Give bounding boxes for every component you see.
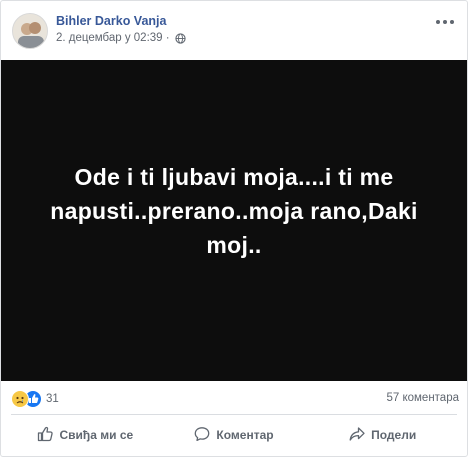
like-button-label: Свиђа ми се xyxy=(59,428,134,442)
comment-button-label: Коментар xyxy=(216,428,274,442)
post-actions: Свиђа ми се Коментар Подели xyxy=(11,419,457,451)
post-image-text: Ode i ti ljubavi moja....i ti me napusti… xyxy=(50,163,418,258)
share-arrow-icon xyxy=(349,426,365,445)
reaction-count: 31 xyxy=(46,393,59,405)
comments-count[interactable]: 57 коментара xyxy=(386,392,459,404)
share-button[interactable]: Подели xyxy=(308,419,457,451)
post-card: Bihler Darko Vanja 2. децембар у 02:39 ·… xyxy=(0,0,468,457)
post-header: Bihler Darko Vanja 2. децембар у 02:39 · xyxy=(12,11,462,51)
engagement-counts: 31 57 коментара xyxy=(11,389,459,409)
post-meta: 2. децембар у 02:39 · xyxy=(56,32,186,44)
thumbs-up-icon xyxy=(37,426,54,445)
action-divider xyxy=(11,414,457,415)
comment-button[interactable]: Коментар xyxy=(160,419,309,451)
more-options-icon[interactable] xyxy=(434,15,456,29)
post-image[interactable]: Ode i ti ljubavi moja....i ti me napusti… xyxy=(1,60,467,381)
comment-bubble-icon xyxy=(194,426,210,445)
sad-reaction-icon xyxy=(11,390,29,408)
share-button-label: Подели xyxy=(371,428,417,442)
globe-icon xyxy=(174,32,186,44)
post-timestamp[interactable]: 2. децембар у 02:39 · xyxy=(56,32,170,44)
like-button[interactable]: Свиђа ми се xyxy=(11,419,160,451)
reactions-summary[interactable]: 31 xyxy=(11,390,59,408)
author-name[interactable]: Bihler Darko Vanja xyxy=(56,14,166,28)
avatar[interactable] xyxy=(12,13,48,49)
